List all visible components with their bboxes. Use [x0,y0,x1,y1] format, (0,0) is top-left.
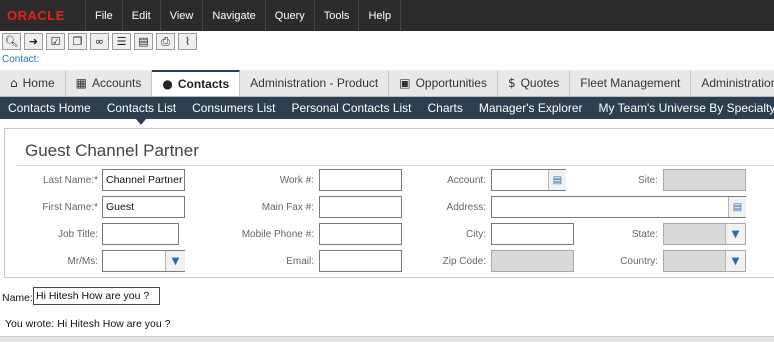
subtab-contacts-home[interactable]: Contacts Home [0,97,99,119]
list-icon[interactable]: ☰ [112,32,131,50]
account-picker-icon[interactable]: ▤ [548,170,566,190]
work-phone-label: Work #: [279,175,314,186]
you-wrote-text: You wrote: Hi Hitesh How are you ? [2,318,170,330]
subtab-consumers-list[interactable]: Consumers List [184,97,283,119]
application-menu-bar: ORACLE File Edit View Navigate Query Too… [0,0,774,31]
job-title-field[interactable] [102,223,179,245]
building-icon: ▦ [75,76,87,90]
link-icon[interactable]: ∞ [90,32,109,50]
tab-administration-product[interactable]: Administration - Product [240,70,390,96]
copy-icon[interactable]: ❐ [68,32,87,50]
zip-code-field[interactable] [491,250,574,272]
you-wrote-label: You wrote: [5,318,55,330]
menu-help[interactable]: Help [359,0,402,31]
subtab-contacts-list[interactable]: Contacts List [99,97,184,125]
tab-administration[interactable]: Administration [691,70,774,96]
list-header-strip [0,336,774,342]
tab-quotes[interactable]: $ Quotes [497,70,571,96]
tab-opportunities[interactable]: ▣ Opportunities [389,70,498,96]
email-label: Email: [286,256,314,267]
contact-form-applet: Guest Channel Partner Last Name:* Channe… [4,128,774,278]
person-icon: ● [162,77,173,91]
address-field[interactable] [491,196,746,218]
oracle-logo: ORACLE [0,0,86,31]
view-tabs: Contacts Home Contacts List Consumers Li… [0,97,774,125]
toolbar: 🔍︎ ➜ ☑ ❐ ∞ ☰ ▤ ⎙ ⌇ [0,31,774,51]
menu-view[interactable]: View [161,0,204,31]
tab-fleet-management[interactable]: Fleet Management [570,70,692,96]
mobile-phone-field[interactable] [319,223,402,245]
subtab-managers-explorer[interactable]: Manager's Explorer [471,97,591,119]
screen-tabs: ⌂ Home ▦ Accounts ● Contacts Administration… [0,70,774,97]
tab-contacts[interactable]: ● Contacts [152,70,241,96]
dollar-icon: $ [507,76,516,90]
menu-file[interactable]: File [86,0,123,31]
chevron-down-icon[interactable]: ▼ [725,224,745,244]
address-picker-icon[interactable]: ▤ [728,197,746,217]
home-icon: ⌂ [10,76,18,90]
subtab-personal-contacts-list[interactable]: Personal Contacts List [283,97,419,119]
work-phone-field[interactable] [319,169,402,191]
last-name-field[interactable]: Channel Partner [102,169,185,191]
city-field[interactable] [491,223,574,245]
job-title-label: Job Title: [57,229,98,240]
site-field[interactable] [663,169,746,191]
first-name-label: First Name:* [42,202,98,213]
tab-accounts[interactable]: ▦ Accounts [65,70,153,96]
divider [17,165,774,166]
clipboard-icon[interactable]: ▤ [134,32,153,50]
chevron-down-icon[interactable]: ▼ [165,251,185,271]
menu-edit[interactable]: Edit [123,0,161,31]
last-name-label: Last Name:* [42,175,98,186]
menu-navigate[interactable]: Navigate [203,0,266,31]
you-wrote-value: Hi Hitesh How are you ? [57,318,171,330]
chart-icon[interactable]: ⌇ [178,32,197,50]
menu-query[interactable]: Query [266,0,315,31]
name-input[interactable]: Hi Hitesh How are you ? [33,287,160,305]
email-field[interactable] [319,250,402,272]
applet-title: Guest Channel Partner [25,141,199,160]
mr-ms-label: Mr/Ms: [67,256,98,267]
breadcrumb[interactable]: Contact: [2,54,39,65]
zip-code-label: Zip Code: [442,256,486,267]
print-icon[interactable]: ⎙ [156,32,175,50]
briefcase-icon: ▣ [399,76,411,90]
main-fax-field[interactable] [319,196,402,218]
subtab-my-teams-universe[interactable]: My Team's Universe By Specialty [591,97,774,119]
city-label: City: [466,229,486,240]
address-label: Address: [446,202,486,213]
country-label: Country: [620,256,658,267]
go-icon[interactable]: ➜ [24,32,43,50]
mobile-phone-label: Mobile Phone #: [241,229,314,240]
state-label: State: [631,229,658,240]
subtab-charts[interactable]: Charts [420,97,471,119]
tab-home[interactable]: ⌂ Home [0,70,66,96]
menu-tools[interactable]: Tools [315,0,360,31]
search-icon[interactable]: 🔍︎ [2,32,21,50]
checklist-icon[interactable]: ☑ [46,32,65,50]
name-label: Name: [2,292,33,304]
first-name-field[interactable]: Guest [102,196,185,218]
account-label: Account: [447,175,486,186]
main-fax-label: Main Fax #: [261,202,314,213]
site-label: Site: [637,175,658,186]
chevron-down-icon[interactable]: ▼ [725,251,745,271]
